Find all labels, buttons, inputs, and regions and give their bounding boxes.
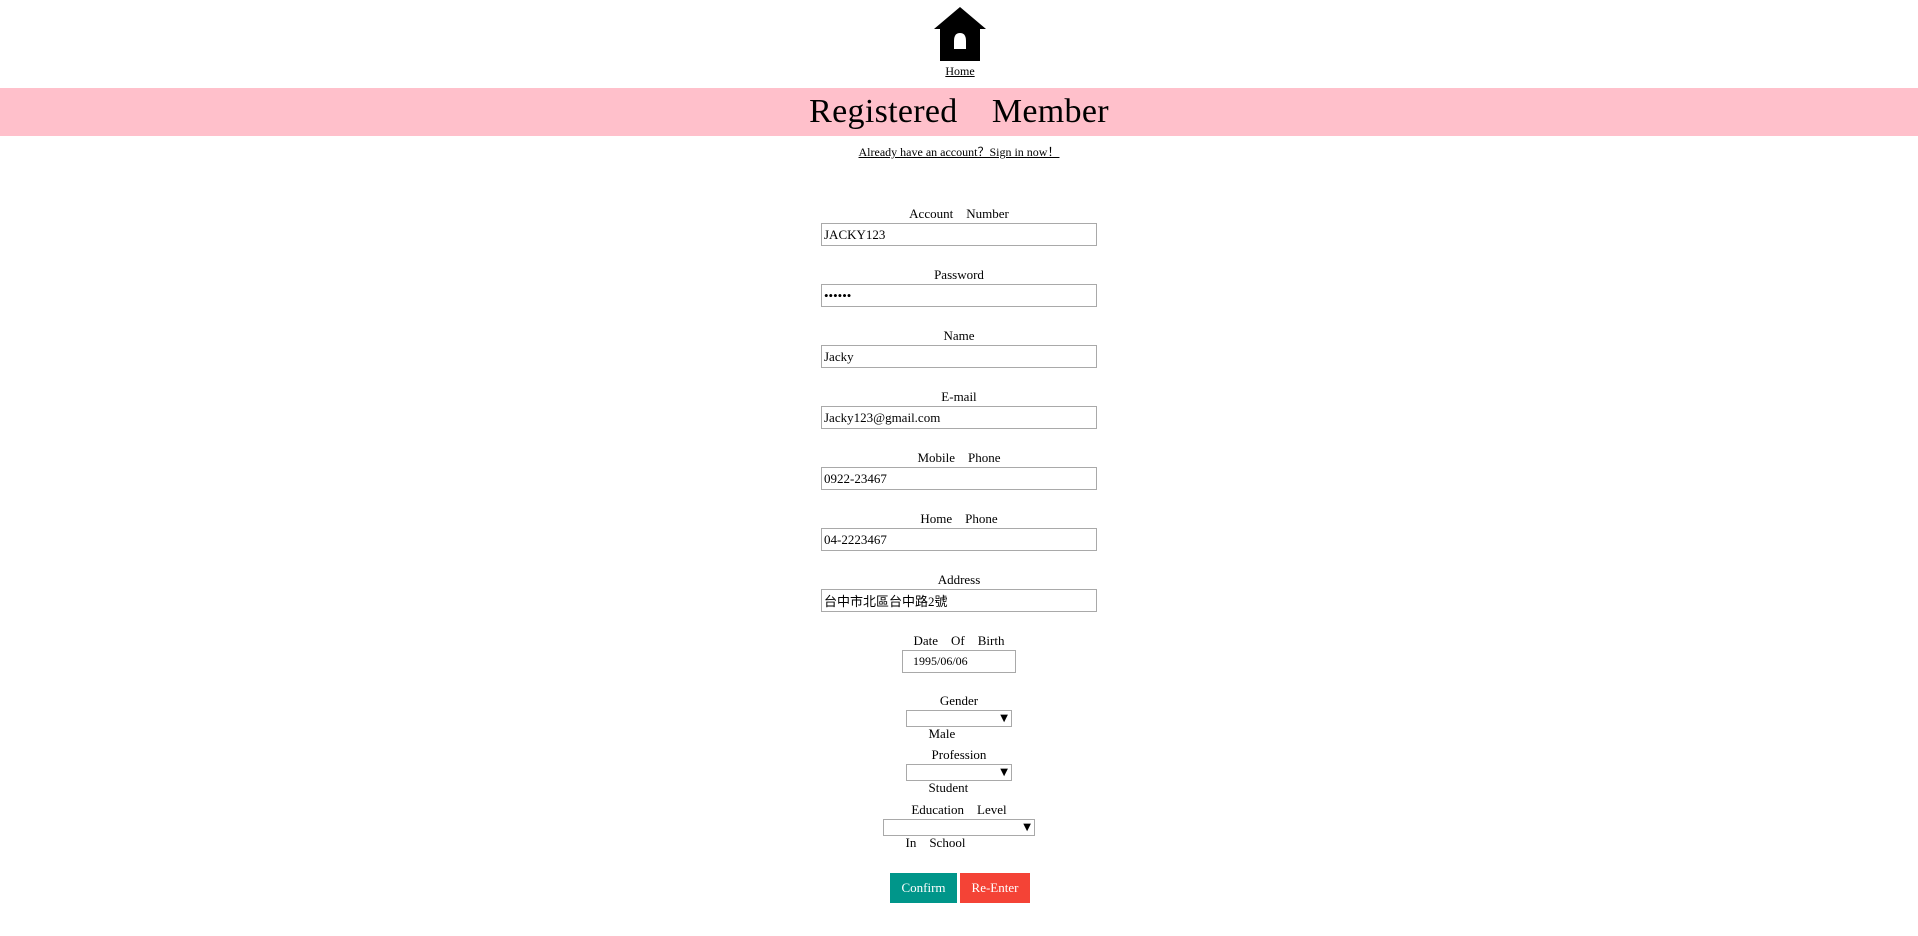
name-input[interactable] xyxy=(821,345,1097,368)
gender-label: Gender xyxy=(939,693,979,708)
address-label: Address xyxy=(937,572,981,587)
profession-select[interactable]: Student ▼ xyxy=(906,764,1012,795)
home-phone-field: Home Phone xyxy=(0,511,1918,551)
gender-selected-value: Male xyxy=(928,726,956,741)
email-field: E-mail xyxy=(0,389,1918,429)
mobile-phone-input[interactable] xyxy=(821,467,1097,490)
reenter-button[interactable]: Re-Enter xyxy=(960,873,1030,903)
gender-field: Gender Male ▼ xyxy=(0,693,1918,741)
mobile-phone-label: Mobile Phone xyxy=(917,450,1001,465)
education-label: Education Level xyxy=(911,802,1007,817)
name-field: Name xyxy=(0,328,1918,368)
home-phone-label: Home Phone xyxy=(920,511,998,526)
signin-row: Already have an account？Sign in now！ xyxy=(0,145,1918,159)
profession-label: Profession xyxy=(931,747,987,762)
home-phone-input[interactable] xyxy=(821,528,1097,551)
password-label: Password xyxy=(934,267,984,282)
dob-input[interactable] xyxy=(902,650,1016,673)
address-input[interactable] xyxy=(821,589,1097,612)
password-field: Password xyxy=(0,267,1918,307)
education-field: Education Level In School ▼ xyxy=(0,802,1918,850)
dob-label: Date Of Birth xyxy=(913,633,1005,648)
triangle-down-icon: ▼ xyxy=(1000,713,1008,724)
home-link[interactable]: Home xyxy=(929,5,991,78)
address-field: Address xyxy=(0,572,1918,612)
triangle-down-icon: ▼ xyxy=(1023,822,1031,833)
email-input[interactable] xyxy=(821,406,1097,429)
account-input[interactable] xyxy=(821,223,1097,246)
triangle-down-icon: ▼ xyxy=(1000,767,1008,778)
confirm-button[interactable]: Confirm xyxy=(890,873,957,903)
email-label: E-mail xyxy=(941,389,977,404)
dob-field: Date Of Birth xyxy=(0,633,1918,673)
education-select[interactable]: In School ▼ xyxy=(883,819,1035,850)
gender-select[interactable]: Male ▼ xyxy=(906,710,1012,741)
account-label: Account Number xyxy=(909,206,1009,221)
page-title: Registered Member xyxy=(809,93,1109,130)
title-banner: Registered Member xyxy=(0,88,1918,136)
mobile-phone-field: Mobile Phone xyxy=(0,450,1918,490)
education-selected-value: In School xyxy=(905,835,966,850)
name-label: Name xyxy=(943,328,975,343)
register-page: Home Registered Member Already have an a… xyxy=(0,0,1918,936)
signin-link[interactable]: Already have an account？Sign in now！ xyxy=(859,145,1060,159)
password-input[interactable] xyxy=(821,284,1097,307)
profession-selected-value: Student xyxy=(928,780,969,795)
profession-field: Profession Student ▼ xyxy=(0,747,1918,795)
account-field: Account Number xyxy=(0,206,1918,246)
home-label: Home xyxy=(945,64,975,78)
house-icon xyxy=(934,7,986,61)
